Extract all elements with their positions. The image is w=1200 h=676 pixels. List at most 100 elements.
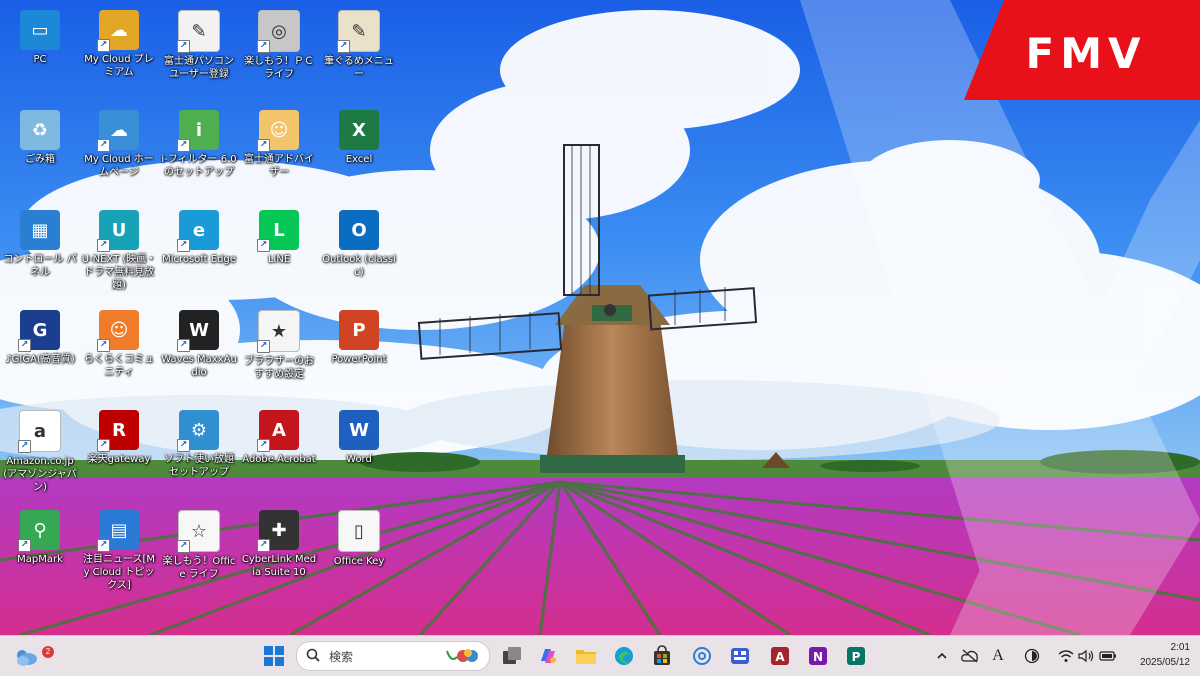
acrobat-icon: A ↗	[257, 410, 299, 452]
desktop-icon[interactable]: ☁ ↗ My Cloud ホームページ	[79, 106, 159, 179]
recycle-bin-icon: ♻	[20, 110, 60, 150]
shortcut-arrow-icon: ↗	[177, 239, 190, 252]
desktop-icon[interactable]: ★ ↗ ブラウザーのおすすめ設定	[239, 306, 319, 381]
network-button[interactable]	[1056, 646, 1076, 666]
speaker-icon	[1078, 649, 1094, 663]
desktop-icon-label: Outlook (classic)	[322, 254, 396, 278]
cyberlink-icon: ✚ ↗	[257, 510, 299, 552]
desktop-icon[interactable]: ✎ ↗ 筆ぐるめメニュー	[319, 6, 399, 81]
weather-widget-icon	[17, 650, 37, 666]
desktop-icon-label: 富士通アドバイザー	[244, 154, 314, 178]
shortcut-arrow-icon: ↗	[337, 40, 350, 53]
onenote-button[interactable]: N	[804, 642, 832, 670]
desktop-icon-label: ♪GIGA(高音質)	[5, 354, 75, 365]
battery-button[interactable]	[1098, 646, 1118, 666]
desktop-icon-label: CyberLink Media Suite 10	[241, 554, 317, 578]
desktop-icon[interactable]: R ↗ 楽天gateway	[79, 406, 159, 466]
desktop-icon[interactable]: ▦ コントロール パネル	[0, 206, 80, 279]
widgets-button[interactable]: 2	[12, 642, 54, 670]
publisher-button[interactable]: P	[842, 642, 870, 670]
svg-text:N: N	[813, 650, 823, 664]
desktop-icon[interactable]: P PowerPoint	[319, 306, 399, 366]
phone-link-button[interactable]	[726, 642, 754, 670]
desktop-icon[interactable]: W Word	[319, 406, 399, 466]
desktop-icon[interactable]: ☆ ↗ 楽しもう！Office ライフ	[159, 506, 239, 581]
desktop-icon-label: 楽しもう！ＰＣライフ	[244, 56, 314, 80]
office-life-icon: ☆ ↗	[177, 510, 220, 553]
desktop-icon[interactable]: ▭ PC	[0, 6, 80, 66]
giga-icon: G ↗	[18, 310, 60, 352]
focus-tray[interactable]	[1022, 646, 1042, 666]
desktop-icon[interactable]: U ↗ U-NEXT (映画・ドラマ無料見放題)	[79, 206, 159, 292]
desktop-icon[interactable]: ✚ ↗ CyberLink Media Suite 10	[239, 506, 319, 579]
taskbar: 2 検索 A N P A 2:01 2025/05/12	[0, 635, 1200, 676]
clock[interactable]: 2:01 2025/05/12	[1128, 640, 1190, 670]
desktop-icon[interactable]: e ↗ Microsoft Edge	[159, 206, 239, 266]
ime-indicator[interactable]: A	[988, 646, 1008, 666]
shortcut-arrow-icon: ↗	[177, 139, 190, 152]
desktop-icon[interactable]: a ↗ Amazon.co.jp(アマゾンジャパン)	[0, 406, 80, 494]
mail-button[interactable]	[688, 642, 716, 670]
desktop-icon-label: Microsoft Edge	[162, 254, 236, 265]
shortcut-arrow-icon: ↗	[18, 539, 31, 552]
svg-text:A: A	[775, 650, 785, 664]
mail-icon	[693, 647, 711, 665]
desktop-icon-label: 楽天gateway	[87, 454, 151, 465]
show-hidden-icons-button[interactable]	[932, 646, 952, 666]
desktop-icon[interactable]: ♻ ごみ箱	[0, 106, 80, 166]
edge-icon: e ↗	[177, 210, 219, 252]
desktop-icon[interactable]: W ↗ Waves MaxxAudio	[159, 306, 239, 379]
onedrive-tray[interactable]	[960, 646, 980, 666]
desktop-icon[interactable]: ☁ ↗ My Cloud プレミアム	[79, 6, 159, 79]
desktop-icon[interactable]: ▯ Office Key	[319, 506, 399, 568]
access-button[interactable]: A	[766, 642, 794, 670]
desktop-icon-label: Adobe Acrobat	[242, 454, 316, 465]
desktop-icon[interactable]: ⚙ ↗ ソフト使い放題セットアップ	[159, 406, 239, 479]
line-icon: L ↗	[257, 210, 299, 252]
powerpoint-icon: P	[339, 310, 379, 350]
edge-taskbar-button[interactable]	[610, 642, 638, 670]
desktop-icon[interactable]: ▤ ↗ 注目ニュース[My Cloud トピックス]	[79, 506, 159, 592]
desktop-icon[interactable]: G ↗ ♪GIGA(高音質)	[0, 306, 80, 366]
soft-setup-icon: ⚙ ↗	[177, 410, 219, 452]
desktop-icon[interactable]: A ↗ Adobe Acrobat	[239, 406, 319, 466]
word-icon: W	[339, 410, 379, 450]
pc-icon: ▭	[20, 10, 60, 50]
rakuten-icon: R ↗	[97, 410, 139, 452]
waves-icon: W ↗	[177, 310, 219, 352]
desktop-icon[interactable]: ☺ ↗ らくらくコミュニティ	[79, 306, 159, 379]
mapmark-icon: ⚲ ↗	[18, 510, 60, 552]
desktop-icon[interactable]: ☺ ↗ 富士通アドバイザー	[239, 106, 319, 179]
desktop-icon[interactable]: ✎ ↗ 富士通パソコンユーザー登録	[159, 6, 239, 81]
desktop-icon-label: PowerPoint	[331, 354, 387, 365]
desktop-icon[interactable]: ◎ ↗ 楽しもう！ＰＣライフ	[239, 6, 319, 81]
wifi-icon	[1058, 650, 1074, 662]
shortcut-arrow-icon: ↗	[18, 339, 31, 352]
desktop-icon-label: ごみ箱	[25, 154, 55, 165]
desktop-icon[interactable]: ⚲ ↗ MapMark	[0, 506, 80, 566]
search-input[interactable]	[327, 647, 441, 667]
task-view-button[interactable]	[498, 642, 526, 670]
icon-glyph: ✎	[191, 20, 207, 42]
desktop-icon[interactable]: O Outlook (classic)	[319, 206, 399, 279]
copilot-button[interactable]	[534, 642, 562, 670]
desktop-icon[interactable]: i ↗ i-フィルター 6.0のセットアップ	[159, 106, 239, 179]
start-button[interactable]	[260, 642, 288, 670]
control-panel-icon: ▦	[20, 210, 60, 250]
desktop-icon[interactable]: L ↗ LINE	[239, 206, 319, 266]
taskbar-search-box[interactable]	[296, 641, 490, 671]
access-icon: A	[771, 647, 789, 665]
icon-glyph: ▭	[31, 19, 49, 41]
shortcut-arrow-icon: ↗	[18, 440, 31, 453]
icon-glyph: ♻	[31, 119, 49, 141]
svg-text:P: P	[852, 650, 861, 664]
desktop-icon[interactable]: X Excel	[319, 106, 399, 166]
shortcut-arrow-icon: ↗	[97, 139, 110, 152]
shortcut-arrow-icon: ↗	[257, 239, 270, 252]
volume-button[interactable]	[1076, 646, 1096, 666]
icon-glyph: a	[33, 420, 47, 442]
desktop-icon-label: ソフト使い放題セットアップ	[164, 454, 234, 478]
amazon-icon: a ↗	[18, 410, 61, 453]
file-explorer-button[interactable]	[572, 642, 600, 670]
store-button[interactable]	[648, 642, 676, 670]
